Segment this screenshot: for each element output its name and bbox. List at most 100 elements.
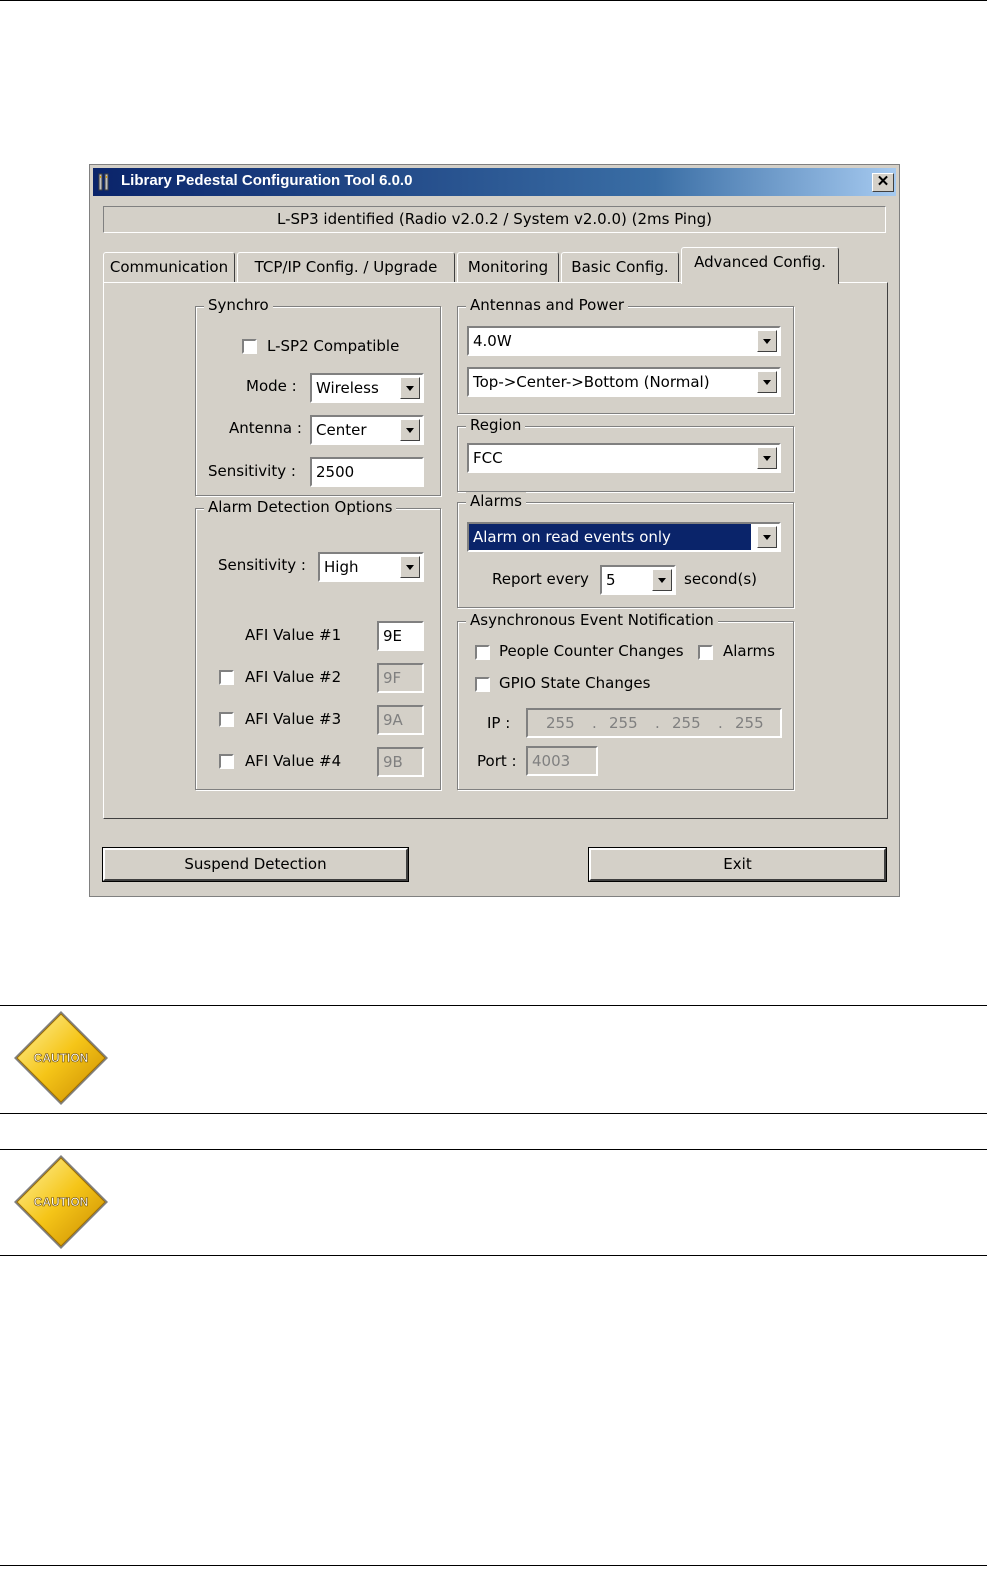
afi-4-checkbox[interactable] bbox=[219, 754, 234, 769]
synchro-legend: Synchro bbox=[204, 296, 273, 314]
gpio-state-label: GPIO State Changes bbox=[499, 674, 651, 692]
alarm-sensitivity-value: High bbox=[324, 558, 359, 576]
afi-1-input[interactable]: 9E bbox=[377, 621, 424, 651]
synchro-sensitivity-input[interactable]: 2500 bbox=[310, 457, 424, 487]
mode-select[interactable]: Wireless bbox=[310, 373, 424, 403]
antenna-select[interactable]: Center bbox=[310, 415, 424, 445]
report-every-label: Report every bbox=[492, 570, 589, 588]
chevron-down-icon[interactable] bbox=[757, 526, 777, 548]
async-alarms-label: Alarms bbox=[723, 642, 775, 660]
caution-2-bottom-rule bbox=[0, 1255, 987, 1256]
power-value: 4.0W bbox=[473, 332, 512, 350]
afi-3-label: AFI Value #3 bbox=[245, 710, 342, 728]
report-unit-label: second(s) bbox=[684, 570, 758, 588]
tab-basic-config[interactable]: Basic Config. bbox=[561, 252, 679, 282]
app-icon bbox=[98, 173, 109, 191]
lsp2-compatible-label: L-SP2 Compatible bbox=[267, 337, 400, 355]
synchro-sensitivity-label: Sensitivity : bbox=[208, 462, 296, 480]
antenna-sequence-value: Top->Center->Bottom (Normal) bbox=[473, 373, 710, 391]
alarm-sensitivity-select[interactable]: High bbox=[318, 552, 424, 582]
chevron-down-icon[interactable] bbox=[652, 569, 672, 591]
chevron-down-icon[interactable] bbox=[757, 330, 777, 352]
chevron-down-icon[interactable] bbox=[757, 371, 777, 393]
tab-monitoring[interactable]: Monitoring bbox=[457, 252, 559, 282]
close-icon: ✕ bbox=[876, 173, 890, 190]
device-status: L-SP3 identified (Radio v2.0.2 / System … bbox=[103, 206, 886, 233]
antennas-power-legend: Antennas and Power bbox=[466, 296, 629, 314]
antenna-sequence-select[interactable]: Top->Center->Bottom (Normal) bbox=[467, 367, 781, 397]
chevron-down-icon[interactable] bbox=[757, 447, 777, 469]
alarm-mode-select[interactable]: Alarm on read events only bbox=[467, 522, 781, 552]
people-counter-checkbox[interactable] bbox=[475, 645, 490, 660]
caution-2-icon: CAUTION bbox=[14, 1155, 108, 1249]
afi-2-input[interactable]: 9F bbox=[377, 663, 424, 693]
alarm-detection-group: Alarm Detection Options Sensitivity : Hi… bbox=[195, 498, 441, 790]
afi-1-value: 9E bbox=[383, 627, 403, 645]
tab-communication[interactable]: Communication bbox=[103, 252, 235, 282]
port-value: 4003 bbox=[532, 752, 571, 770]
lsp2-compatible-checkbox[interactable] bbox=[242, 339, 257, 354]
report-interval-select[interactable]: 5 bbox=[600, 565, 676, 595]
alarms-legend: Alarms bbox=[466, 492, 526, 510]
antenna-label: Antenna : bbox=[229, 419, 302, 437]
report-interval-value: 5 bbox=[606, 571, 616, 589]
afi-1-label: AFI Value #1 bbox=[245, 626, 342, 644]
antenna-value: Center bbox=[316, 421, 367, 439]
afi-3-input[interactable]: 9A bbox=[377, 705, 424, 735]
suspend-detection-button[interactable]: Suspend Detection bbox=[102, 847, 409, 882]
ip-octet-3: 255 bbox=[672, 714, 701, 732]
ip-dot-3: . bbox=[718, 714, 723, 732]
synchro-sensitivity-value: 2500 bbox=[316, 463, 355, 481]
region-value: FCC bbox=[473, 449, 503, 467]
caution-1-top-rule bbox=[0, 1005, 987, 1006]
close-button[interactable]: ✕ bbox=[872, 173, 894, 192]
tab-advanced-config[interactable]: Advanced Config. bbox=[681, 247, 839, 284]
caution-1-bottom-rule bbox=[0, 1113, 987, 1114]
region-select[interactable]: FCC bbox=[467, 443, 781, 473]
ip-octet-1: 255 bbox=[546, 714, 575, 732]
caution-1-text: CAUTION bbox=[34, 1051, 89, 1065]
chevron-down-icon[interactable] bbox=[400, 419, 420, 441]
ip-dot-2: . bbox=[655, 714, 660, 732]
ip-address-input[interactable]: 255 . 255 . 255 . 255 bbox=[526, 708, 782, 738]
ip-octet-4: 255 bbox=[735, 714, 764, 732]
ip-dot-1: . bbox=[592, 714, 597, 732]
afi-4-label: AFI Value #4 bbox=[245, 752, 342, 770]
port-input[interactable]: 4003 bbox=[526, 746, 598, 776]
afi-2-checkbox[interactable] bbox=[219, 670, 234, 685]
app-window: Library Pedestal Configuration Tool 6.0.… bbox=[89, 164, 900, 897]
ip-octet-2: 255 bbox=[609, 714, 638, 732]
async-notification-legend: Asynchronous Event Notification bbox=[466, 611, 718, 629]
region-legend: Region bbox=[466, 416, 526, 434]
ip-label: IP : bbox=[487, 714, 511, 732]
region-group: Region FCC bbox=[457, 416, 794, 492]
afi-4-input[interactable]: 9B bbox=[377, 747, 424, 777]
alarm-detection-legend: Alarm Detection Options bbox=[204, 498, 397, 516]
alarm-sensitivity-label: Sensitivity : bbox=[218, 556, 306, 574]
mode-label: Mode : bbox=[246, 377, 297, 395]
afi-3-value: 9A bbox=[383, 711, 403, 729]
antennas-power-group: Antennas and Power 4.0W Top->Center->Bot… bbox=[457, 296, 794, 414]
afi-2-label: AFI Value #2 bbox=[245, 668, 342, 686]
window-title: Library Pedestal Configuration Tool 6.0.… bbox=[121, 172, 413, 189]
chevron-down-icon[interactable] bbox=[400, 556, 420, 578]
bottom-rule bbox=[0, 1565, 987, 1566]
advanced-config-panel: Synchro L-SP2 Compatible Mode : Wireless… bbox=[103, 282, 888, 819]
afi-3-checkbox[interactable] bbox=[219, 712, 234, 727]
alarm-mode-value: Alarm on read events only bbox=[469, 524, 751, 550]
people-counter-label: People Counter Changes bbox=[499, 642, 684, 660]
caution-2-top-rule bbox=[0, 1149, 987, 1150]
caution-1-icon: CAUTION bbox=[14, 1011, 108, 1105]
async-notification-group: Asynchronous Event Notification People C… bbox=[457, 611, 794, 790]
tab-tcpip-upgrade[interactable]: TCP/IP Config. / Upgrade bbox=[237, 252, 455, 282]
mode-value: Wireless bbox=[316, 379, 379, 397]
async-alarms-checkbox[interactable] bbox=[698, 645, 713, 660]
gpio-state-checkbox[interactable] bbox=[475, 677, 490, 692]
chevron-down-icon[interactable] bbox=[400, 377, 420, 399]
top-rule bbox=[0, 0, 987, 1]
power-select[interactable]: 4.0W bbox=[467, 326, 781, 356]
port-label: Port : bbox=[477, 752, 517, 770]
caution-2-text: CAUTION bbox=[34, 1195, 89, 1209]
title-bar[interactable]: Library Pedestal Configuration Tool 6.0.… bbox=[93, 168, 896, 196]
exit-button[interactable]: Exit bbox=[588, 847, 887, 882]
